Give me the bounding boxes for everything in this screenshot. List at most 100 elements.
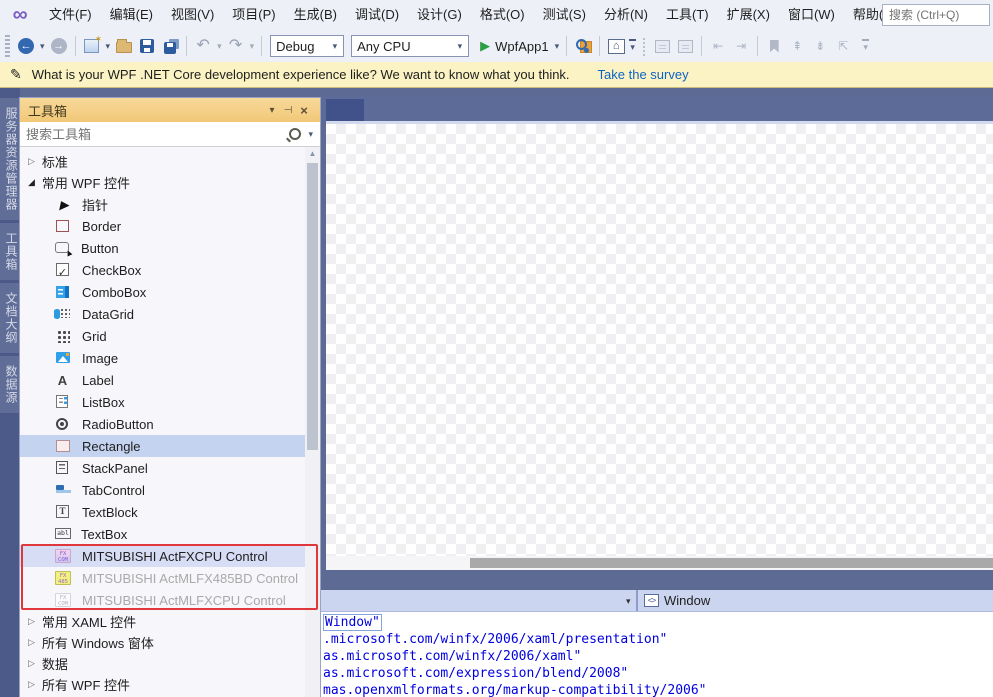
redo-button[interactable]: ↷	[226, 34, 246, 58]
sidebar-tab-toolbox[interactable]: 工具箱	[0, 223, 20, 280]
quick-launch-search-input[interactable]	[882, 4, 990, 26]
toolbox-item-tabcontrol[interactable]: TabControl	[20, 479, 320, 501]
undo-dropdown-chevron-icon[interactable]: ▾	[216, 41, 223, 52]
scrollbar-thumb[interactable]	[470, 558, 993, 568]
toolbox-item-label[interactable]: ALabel	[20, 369, 320, 391]
sidebar-tab-data-sources[interactable]: 数据源	[0, 356, 20, 413]
toolbox-search-input[interactable]	[26, 127, 289, 142]
uncomment-button-disabled[interactable]	[675, 34, 695, 58]
menu-item-view[interactable]: 视图(V)	[162, 0, 223, 30]
toolbox-item-button[interactable]: Button	[20, 237, 320, 259]
toolbox-item-pointer[interactable]: 指针	[20, 193, 320, 215]
menu-item-build[interactable]: 生成(B)	[285, 0, 346, 30]
code-line: Window"	[323, 614, 993, 631]
clear-bookmarks-button-disabled[interactable]: ⇱	[833, 34, 853, 58]
menu-item-test[interactable]: 测试(S)	[534, 0, 595, 30]
sidebar-tab-server-explorer[interactable]: 服务器资源管理器	[0, 98, 20, 220]
code-line: as.microsoft.com/winfx/2006/xaml"	[323, 648, 993, 665]
radiobutton-icon	[56, 418, 68, 430]
document-tab-strip	[320, 96, 993, 121]
toolbox-title-bar[interactable]: 工具箱 ▾ ⊣ ×	[20, 98, 320, 122]
toolbox-item-mitsubishi-actmlfxcpu[interactable]: FX COMMITSUBISHI ActMLFXCPU Control	[20, 589, 320, 611]
solution-configuration-dropdown[interactable]: Debug ▾	[270, 35, 344, 57]
menu-item-edit[interactable]: 编辑(E)	[101, 0, 162, 30]
xaml-code-area[interactable]: Window" .microsoft.com/winfx/2006/xaml/p…	[321, 612, 993, 697]
decrease-indent-button-disabled[interactable]: ⇤	[708, 34, 728, 58]
menu-item-design[interactable]: 设计(G)	[408, 0, 471, 30]
toolbar-separator	[757, 36, 758, 56]
toolbox-item-textbox[interactable]: ablTextBox	[20, 523, 320, 545]
toolbox-category-all-wpf[interactable]: ▷所有 WPF 控件	[20, 674, 320, 695]
notification-bar: ✎ What is your WPF .NET Core development…	[0, 62, 993, 88]
toolbox-item-stackpanel[interactable]: StackPanel	[20, 457, 320, 479]
increase-indent-button-disabled[interactable]: ⇥	[731, 34, 751, 58]
toolbox-item-datagrid[interactable]: DataGrid	[20, 303, 320, 325]
document-tab[interactable]	[326, 99, 364, 121]
save-button[interactable]	[137, 34, 157, 58]
toolbox-item-listbox[interactable]: ListBox	[20, 391, 320, 413]
toolbox-item-mitsubishi-actfxcpu[interactable]: FX COMMITSUBISHI ActFXCPU Control	[20, 545, 320, 567]
toolbar-drag-handle[interactable]	[642, 36, 646, 56]
window-position-chevron-icon[interactable]: ▾	[264, 105, 280, 116]
take-survey-link[interactable]: Take the survey	[598, 67, 689, 82]
nav-left-dropdown[interactable]: ▾	[626, 590, 631, 612]
toolbox-category-standard[interactable]: ▷标准	[20, 151, 320, 172]
menu-item-project[interactable]: 项目(P)	[223, 0, 284, 30]
toolbox-item-mitsubishi-actmlfx485bd[interactable]: FX 485MITSUBISHI ActMLFX485BD Control	[20, 567, 320, 589]
menu-item-extensions[interactable]: 扩展(X)	[718, 0, 779, 30]
live-visual-tree-button[interactable]: ⌂	[606, 34, 626, 58]
listbox-icon	[56, 395, 68, 408]
nav-element-dropdown[interactable]: Window	[664, 590, 710, 612]
menu-item-file[interactable]: 文件(F)	[40, 0, 101, 30]
solution-platform-dropdown[interactable]: Any CPU ▾	[351, 35, 469, 57]
toolbox-category-common-wpf[interactable]: ◢常用 WPF 控件	[20, 172, 320, 193]
attach-to-process-button[interactable]	[573, 34, 593, 58]
menu-item-format[interactable]: 格式(O)	[471, 0, 534, 30]
chevron-down-icon: ▾	[554, 41, 561, 52]
next-bookmark-button-disabled[interactable]: ⇟	[810, 34, 830, 58]
auto-hide-pin-icon[interactable]: ⊣	[280, 105, 296, 116]
toolbar-drag-handle[interactable]	[5, 35, 10, 57]
toolbox-category-data[interactable]: ▷数据	[20, 653, 320, 674]
navigate-backward-button[interactable]: ←	[16, 34, 36, 58]
menu-item-tools[interactable]: 工具(T)	[657, 0, 718, 30]
redo-dropdown-chevron-icon[interactable]: ▾	[249, 41, 256, 52]
toolbox-category-common-xaml[interactable]: ▷常用 XAML 控件	[20, 611, 320, 632]
sidebar-tab-document-outline[interactable]: 文档大纲	[0, 283, 20, 353]
comment-button-disabled[interactable]	[652, 34, 672, 58]
toolbox-item-border[interactable]: Border	[20, 215, 320, 237]
combobox-icon	[56, 286, 69, 298]
toolbar-overflow-button[interactable]: ▾	[862, 39, 869, 53]
previous-bookmark-button-disabled[interactable]: ⇞	[787, 34, 807, 58]
save-all-button[interactable]	[160, 34, 180, 58]
toolbox-vertical-scrollbar[interactable]: ▲	[305, 147, 320, 697]
new-project-button[interactable]	[82, 34, 102, 58]
undo-button[interactable]: ↶	[193, 34, 213, 58]
navigate-forward-button[interactable]: →	[49, 34, 69, 58]
toolbox-item-textblock[interactable]: TTextBlock	[20, 501, 320, 523]
designer-horizontal-scrollbar[interactable]	[326, 556, 993, 570]
uncomment-icon	[678, 40, 693, 53]
toolbox-item-rectangle[interactable]: Rectangle	[20, 435, 320, 457]
toolbox-item-radiobutton[interactable]: RadioButton	[20, 413, 320, 435]
toolbox-item-grid[interactable]: Grid	[20, 325, 320, 347]
menu-item-window[interactable]: 窗口(W)	[779, 0, 844, 30]
toggle-bookmark-button[interactable]	[764, 34, 784, 58]
toolbar-overflow-button[interactable]: ▾	[629, 39, 636, 53]
menu-item-analyze[interactable]: 分析(N)	[595, 0, 657, 30]
toolbox-item-combobox[interactable]: ComboBox	[20, 281, 320, 303]
toolbox-category-all-winforms[interactable]: ▷所有 Windows 窗体	[20, 632, 320, 653]
new-project-dropdown-chevron-icon[interactable]: ▾	[105, 41, 112, 52]
back-dropdown-chevron-icon[interactable]: ▾	[39, 41, 46, 52]
close-icon[interactable]: ×	[296, 103, 312, 118]
scrollbar-up-arrow-icon[interactable]: ▲	[305, 147, 320, 161]
start-debugging-button[interactable]: ▶ WpfApp1 ▾	[480, 34, 560, 58]
toolbox-item-checkbox[interactable]: CheckBox	[20, 259, 320, 281]
toolbox-item-image[interactable]: Image	[20, 347, 320, 369]
xaml-editor-pane[interactable]: ▾ Window Window" .microsoft.com/winfx/20…	[321, 590, 993, 697]
scrollbar-thumb[interactable]	[307, 163, 318, 450]
open-file-button[interactable]	[114, 34, 134, 58]
search-options-chevron-icon[interactable]: ▾	[307, 129, 314, 140]
menu-item-debug[interactable]: 调试(D)	[346, 0, 408, 30]
wpf-design-surface[interactable]	[326, 121, 993, 556]
